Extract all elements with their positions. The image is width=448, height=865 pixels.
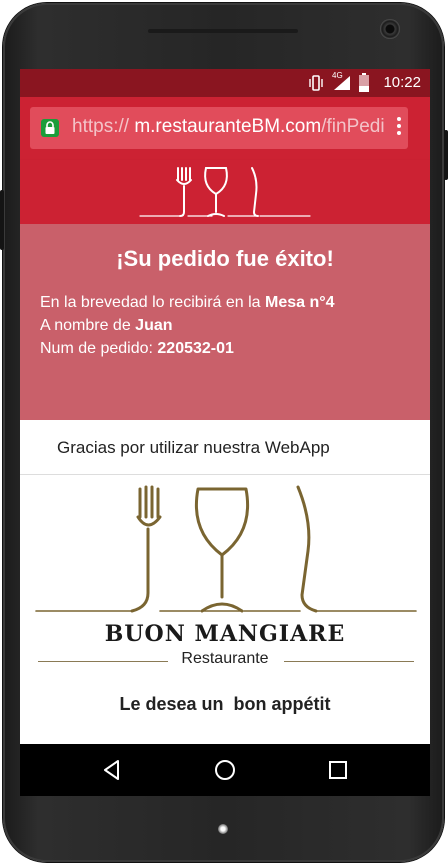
screen: 4G 10:22 https:// m.restauranteBM.com/fi…	[20, 69, 430, 796]
vibrate-icon	[309, 75, 323, 91]
signal-icon	[334, 76, 350, 90]
more-vert-icon[interactable]	[392, 115, 406, 139]
battery-icon	[359, 73, 369, 92]
confirmation-title: ¡Su pedido fue éxito!	[116, 246, 334, 271]
order-number-line: Num de pedido: 220532-01	[40, 340, 234, 358]
divider-right	[284, 661, 414, 662]
back-icon[interactable]	[98, 756, 126, 784]
url-host: m.restauranteBM.com	[134, 116, 322, 137]
volume-button	[0, 190, 4, 250]
notification-led	[218, 824, 228, 834]
url-scheme: https://	[72, 116, 130, 137]
system-nav-bar	[20, 744, 430, 796]
customer-line: A nombre de Juan	[40, 317, 173, 335]
home-icon[interactable]	[211, 756, 239, 784]
order-number: 220532-01	[157, 340, 234, 357]
thanks-section: Gracias por utilizar nuestra WebApp	[20, 420, 430, 475]
restaurant-logo-small	[139, 167, 311, 217]
lock-icon	[41, 119, 59, 137]
brand-subtitle: Restaurante	[181, 650, 269, 667]
status-bar: 4G 10:22	[20, 69, 430, 97]
browser-toolbar: https:// m.restauranteBM.com/finPedi	[20, 97, 430, 160]
url-text: https:// m.restauranteBM.com/finPedi	[72, 116, 384, 138]
table-line-prefix: En la brevedad lo recibirá en la	[40, 294, 266, 311]
url-field[interactable]: https:// m.restauranteBM.com/finPedi	[30, 107, 408, 149]
customer-line-prefix: A nombre de	[40, 317, 136, 334]
status-time: 10:22	[383, 74, 421, 91]
customer-name: Juan	[135, 317, 173, 334]
app-header	[20, 160, 430, 224]
table-line: En la brevedad lo recibirá en la Mesa n°…	[40, 294, 335, 312]
brand-name: Buon Mangiare	[104, 621, 346, 647]
restaurant-logo	[35, 485, 417, 613]
table-number: Mesa n°4	[265, 294, 335, 311]
order-confirmation: ¡Su pedido fue éxito! En la brevedad lo …	[20, 224, 430, 420]
power-button	[444, 130, 448, 180]
front-camera	[380, 19, 400, 39]
farewell-text: Le desea un bon appétit	[119, 694, 331, 714]
url-path: /finPedi	[321, 116, 384, 137]
recents-icon[interactable]	[324, 756, 352, 784]
order-number-prefix: Num de pedido:	[40, 340, 158, 357]
thanks-text: Gracias por utilizar nuestra WebApp	[57, 438, 330, 457]
earpiece-speaker	[148, 29, 298, 33]
